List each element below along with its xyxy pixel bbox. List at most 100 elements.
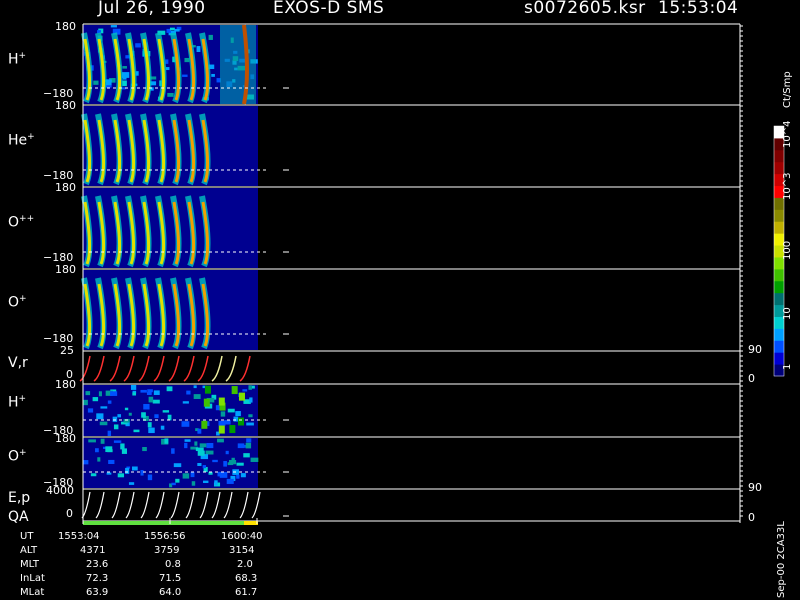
- spectrogram-cell: [162, 410, 170, 413]
- panel-label-h-plus: H+: [8, 51, 27, 68]
- footer-row-label: UT: [20, 531, 34, 542]
- tick-p2-max: 180: [55, 99, 76, 112]
- spectrogram-cell: [105, 79, 112, 86]
- spectrogram-cell: [214, 480, 218, 486]
- spectrogram-cell: [113, 424, 119, 430]
- footer-cell: 71.5: [159, 573, 182, 584]
- spectrogram-cell: [124, 407, 129, 411]
- panel-label-vr: V,r: [8, 355, 28, 371]
- tick-p8-min: 0: [66, 507, 73, 520]
- velocity-trace: [211, 355, 223, 382]
- spectrogram-cell: [197, 450, 205, 456]
- sms-plot: Jul 26, 1990 EXOS-D SMS s0072605.ksr 15:…: [0, 0, 800, 600]
- spectrogram-cell: [152, 399, 160, 404]
- colorbar-segment: [774, 328, 784, 341]
- spectrogram-cell: [140, 389, 147, 393]
- spectrogram-cell: [112, 416, 118, 422]
- spectrogram-background: [83, 188, 258, 268]
- spectrogram-cell: [108, 459, 115, 464]
- spectrogram-cell: [203, 398, 210, 407]
- spectrogram-cell: [218, 425, 225, 434]
- spectrogram-cell: [140, 470, 144, 476]
- spectrogram-cell: [186, 390, 191, 395]
- spectrogram-cell: [181, 421, 190, 427]
- spectrogram-cell: [130, 385, 137, 390]
- energy-trace: [111, 491, 121, 519]
- footer-row-label: MLT: [20, 559, 39, 570]
- spectrogram-cell: [83, 399, 88, 406]
- spectrogram-cell: [107, 430, 112, 437]
- qa-bar-good: [83, 521, 244, 525]
- spectrogram-cell: [105, 446, 113, 453]
- spectrogram-cell: [113, 440, 122, 443]
- panel-label-he-plus: He+: [8, 132, 35, 149]
- spectrogram-cell: [246, 422, 254, 426]
- spectrogram-cell: [120, 443, 125, 450]
- spectrogram-cell: [236, 474, 240, 479]
- spectrogram-background: [83, 106, 258, 186]
- spectrogram-cell: [193, 394, 201, 399]
- colorbar-title: Ct/Smp: [782, 71, 793, 108]
- panel-label-o-plusplus: O++: [8, 214, 35, 231]
- spectrogram-cell: [90, 473, 97, 477]
- panel-label-ep: E,p: [8, 490, 31, 506]
- spectrogram-cell: [204, 385, 211, 394]
- tick-p7-max: 180: [55, 432, 76, 445]
- spectrogram-cell: [148, 396, 154, 403]
- spectrogram-cell: [165, 59, 169, 64]
- spectrogram-cell: [122, 80, 127, 87]
- colorbar-segment: [774, 149, 784, 163]
- spectrogram-cell: [169, 27, 175, 31]
- spectrogram-cell: [100, 406, 108, 409]
- spectrogram-cell: [195, 447, 204, 452]
- footer-row-label: InLat: [20, 573, 45, 584]
- spectrogram-cell: [220, 25, 256, 104]
- qa-bar-warn: [244, 521, 258, 525]
- spectrogram-cell: [121, 72, 130, 78]
- footer-cell: 1553:04: [58, 531, 100, 542]
- spectrogram-cell: [117, 473, 125, 478]
- energy-trace: [223, 491, 233, 519]
- footer-cell: 4371: [80, 545, 106, 556]
- spectrogram-cell: [250, 457, 259, 462]
- spectrogram-cell: [88, 439, 96, 443]
- spectrogram-cell: [98, 391, 102, 397]
- spectrogram-cell: [246, 438, 252, 443]
- colorbar-segment: [774, 340, 784, 353]
- spectrogram-cell: [211, 73, 215, 77]
- side-note: Sep-00 2CA33L: [776, 521, 787, 598]
- spectrogram-cell: [141, 412, 146, 418]
- spectrogram-cell: [135, 43, 141, 48]
- velocity-trace: [93, 355, 105, 382]
- spectrogram-cell: [110, 391, 118, 396]
- spectrogram-cell: [196, 46, 201, 53]
- spectrogram-cell: [251, 385, 255, 389]
- energy-trace: [155, 491, 165, 519]
- spectrogram-cell: [218, 420, 226, 426]
- spectrogram-cell: [206, 442, 214, 449]
- footer-row-label: ALT: [20, 545, 38, 556]
- spectrogram-cell: [225, 450, 229, 455]
- spectrogram-cell: [231, 457, 235, 461]
- spectrogram-cell: [87, 408, 94, 413]
- spectrogram-cell: [110, 25, 117, 28]
- spectrogram-cell: [154, 414, 159, 419]
- spectrogram-cell: [171, 482, 176, 486]
- spectrogram-cell: [125, 467, 130, 474]
- spectrogram-cell: [238, 417, 245, 426]
- spectrogram-cell: [97, 457, 101, 462]
- spectrogram-cell: [182, 473, 190, 479]
- spectrogram-cell: [193, 385, 197, 389]
- tick-p5-right-max: 90: [748, 343, 762, 356]
- spectrogram-cell: [227, 462, 234, 466]
- velocity-trace: [109, 355, 121, 382]
- spectrogram-cell: [240, 473, 246, 478]
- velocity-trace: [197, 355, 209, 382]
- velocity-trace: [225, 355, 237, 382]
- spectrogram-cell: [184, 57, 190, 63]
- spectrogram-cell: [235, 411, 241, 417]
- spectrogram-cell: [194, 441, 198, 446]
- spectrogram-cell: [83, 460, 89, 465]
- energy-trace: [185, 491, 195, 519]
- header-date: Jul 26, 1990: [98, 0, 206, 18]
